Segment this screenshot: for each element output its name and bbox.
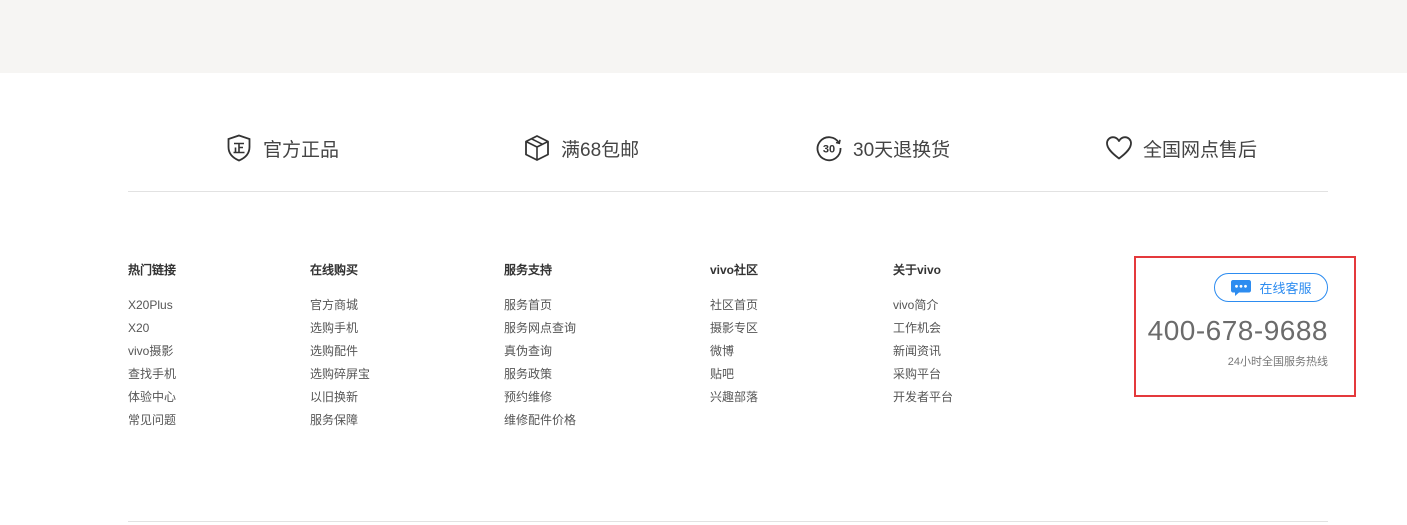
- top-band: [0, 0, 1407, 73]
- footer-column-about-vivo: 关于vivo vivo简介 工作机会 新闻资讯 采购平台 开发者平台: [893, 262, 953, 412]
- footer-link[interactable]: vivo简介: [893, 297, 953, 320]
- footer-link[interactable]: 摄影专区: [710, 320, 758, 343]
- footer-link[interactable]: 服务政策: [504, 366, 576, 389]
- footer-link[interactable]: 贴吧: [710, 366, 758, 389]
- promise-after-sales: 全国网点售后: [1104, 132, 1257, 164]
- footer-link[interactable]: 采购平台: [893, 366, 953, 389]
- customer-service-panel: 在线客服 400-678-9688 24小时全国服务热线: [1134, 256, 1356, 397]
- shield-genuine-icon: [224, 133, 254, 163]
- footer-link[interactable]: 维修配件价格: [504, 412, 576, 435]
- hotline-note: 24小时全国服务热线: [1227, 356, 1328, 368]
- footer-column-vivo-community: vivo社区 社区首页 摄影专区 微博 贴吧 兴趣部落: [710, 262, 758, 412]
- svg-text:30: 30: [823, 144, 835, 156]
- column-title: 关于vivo: [893, 263, 942, 277]
- promise-label: 30天退换货: [853, 139, 951, 161]
- 30-days-return-icon: 30: [814, 133, 844, 163]
- footer-link[interactable]: X20Plus: [128, 297, 176, 320]
- footer-link-columns: 热门链接 X20Plus X20 vivo摄影 查找手机 体验中心 常见问题 在…: [128, 262, 1028, 442]
- footer-link[interactable]: 选购碎屏宝: [310, 366, 370, 389]
- footer-link[interactable]: 社区首页: [710, 297, 758, 320]
- footer-link[interactable]: 真伪查询: [504, 343, 576, 366]
- hotline-number: 400-678-9688: [1147, 315, 1328, 346]
- online-service-button[interactable]: 在线客服: [1214, 273, 1328, 302]
- footer-link[interactable]: 开发者平台: [893, 389, 953, 412]
- footer-link[interactable]: 新闻资讯: [893, 343, 953, 366]
- footer-link[interactable]: 工作机会: [893, 320, 953, 343]
- footer-link[interactable]: 常见问题: [128, 412, 176, 435]
- footer-link[interactable]: 查找手机: [128, 366, 176, 389]
- footer-link[interactable]: X20: [128, 320, 176, 343]
- footer-link[interactable]: 选购配件: [310, 343, 370, 366]
- footer-column-hot-links: 热门链接 X20Plus X20 vivo摄影 查找手机 体验中心 常见问题: [128, 262, 176, 435]
- footer-link[interactable]: 选购手机: [310, 320, 370, 343]
- promise-label: 官方正品: [263, 139, 340, 161]
- footer-link[interactable]: 体验中心: [128, 389, 176, 412]
- footer-link[interactable]: 官方商城: [310, 297, 370, 320]
- promise-genuine: 官方正品: [224, 132, 339, 164]
- promise-free-shipping: 满68包邮: [522, 132, 639, 164]
- service-promises: 官方正品 满68包邮 30 30天退换货 全国网点售后: [128, 120, 1328, 192]
- footer-column-online-purchase: 在线购买 官方商城 选购手机 选购配件 选购碎屏宝 以旧换新 服务保障: [310, 262, 370, 435]
- promise-label: 全国网点售后: [1143, 139, 1258, 161]
- heart-icon: [1104, 133, 1134, 163]
- online-service-label: 在线客服: [1259, 281, 1312, 296]
- column-title: 在线购买: [310, 263, 359, 277]
- promise-label: 满68包邮: [561, 139, 640, 161]
- column-title: vivo社区: [710, 263, 759, 277]
- chat-bubble-icon: [1230, 279, 1252, 297]
- footer-link[interactable]: 预约维修: [504, 389, 576, 412]
- promise-30-day-return: 30 30天退换货: [814, 132, 950, 164]
- footer-divider: [128, 521, 1328, 522]
- column-title: 服务支持: [504, 263, 553, 277]
- footer-link[interactable]: 服务网点查询: [504, 320, 576, 343]
- footer-link[interactable]: vivo摄影: [128, 343, 176, 366]
- column-title: 热门链接: [128, 263, 177, 277]
- box-icon: [522, 133, 552, 163]
- footer-link[interactable]: 服务保障: [310, 412, 370, 435]
- footer-link[interactable]: 微博: [710, 343, 758, 366]
- footer-column-service-support: 服务支持 服务首页 服务网点查询 真伪查询 服务政策 预约维修 维修配件价格: [504, 262, 576, 435]
- footer-link[interactable]: 兴趣部落: [710, 389, 758, 412]
- footer-link[interactable]: 服务首页: [504, 297, 576, 320]
- footer-link[interactable]: 以旧换新: [310, 389, 370, 412]
